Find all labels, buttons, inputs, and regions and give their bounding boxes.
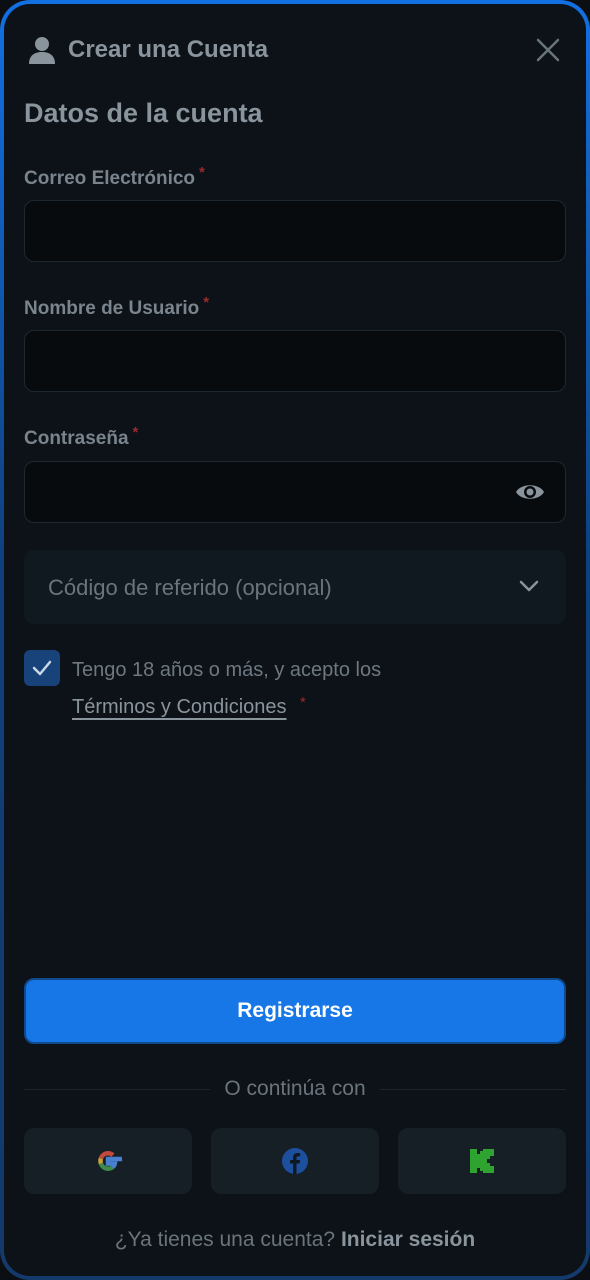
login-prompt: ¿Ya tienes una cuenta? Iniciar sesión: [4, 1228, 586, 1252]
register-modal: Crear una Cuenta Datos de la cuenta Corr…: [4, 4, 586, 1276]
google-icon: [98, 1151, 123, 1171]
email-label: Correo Electrónico *: [24, 164, 205, 189]
agreement-text: Tengo 18 años o más, y acepto los: [72, 659, 382, 681]
referral-code-dropdown[interactable]: Código de referido (opcional): [24, 550, 566, 624]
divider-line: [24, 1088, 211, 1090]
kick-login-button[interactable]: [398, 1128, 566, 1194]
referral-label: Código de referido (opcional): [48, 575, 332, 600]
email-field-box: [24, 200, 566, 262]
modal-frame: Crear una Cuenta Datos de la cuenta Corr…: [0, 0, 590, 1280]
terms-link[interactable]: Términos y Condiciones: [72, 696, 287, 719]
required-mark: *: [199, 164, 205, 181]
divider: O continúa con: [24, 1074, 567, 1104]
email-field[interactable]: [25, 201, 565, 261]
required-mark: *: [132, 424, 139, 441]
password-field[interactable]: [25, 462, 565, 522]
required-mark: *: [203, 294, 210, 311]
facebook-icon: [282, 1148, 308, 1174]
modal-header: Crear una Cuenta: [26, 32, 564, 68]
modal-title: Crear una Cuenta: [68, 36, 269, 63]
close-icon[interactable]: [534, 36, 562, 64]
section-title: Datos de la cuenta: [24, 98, 263, 128]
age-terms-checkbox[interactable]: [24, 650, 60, 686]
username-field[interactable]: [25, 331, 565, 391]
google-login-button[interactable]: [24, 1128, 192, 1194]
username-field-box: [24, 330, 566, 392]
divider-text: O continúa con: [224, 1077, 366, 1100]
username-label: Nombre de Usuario *: [24, 294, 210, 319]
password-label: Contraseña *: [24, 424, 139, 449]
divider-line: [379, 1088, 567, 1090]
register-button[interactable]: Registrarse: [24, 978, 566, 1044]
password-field-box: [24, 461, 566, 523]
facebook-login-button[interactable]: [211, 1128, 379, 1194]
required-mark: *: [300, 694, 306, 711]
eye-icon[interactable]: [515, 480, 545, 504]
chevron-down-icon: [519, 580, 539, 592]
kick-icon: [470, 1149, 494, 1173]
user-icon: [29, 37, 55, 64]
login-question: ¿Ya tienes una cuenta?: [114, 1228, 336, 1251]
check-icon: [32, 660, 52, 676]
login-link[interactable]: Iniciar sesión: [341, 1228, 475, 1251]
